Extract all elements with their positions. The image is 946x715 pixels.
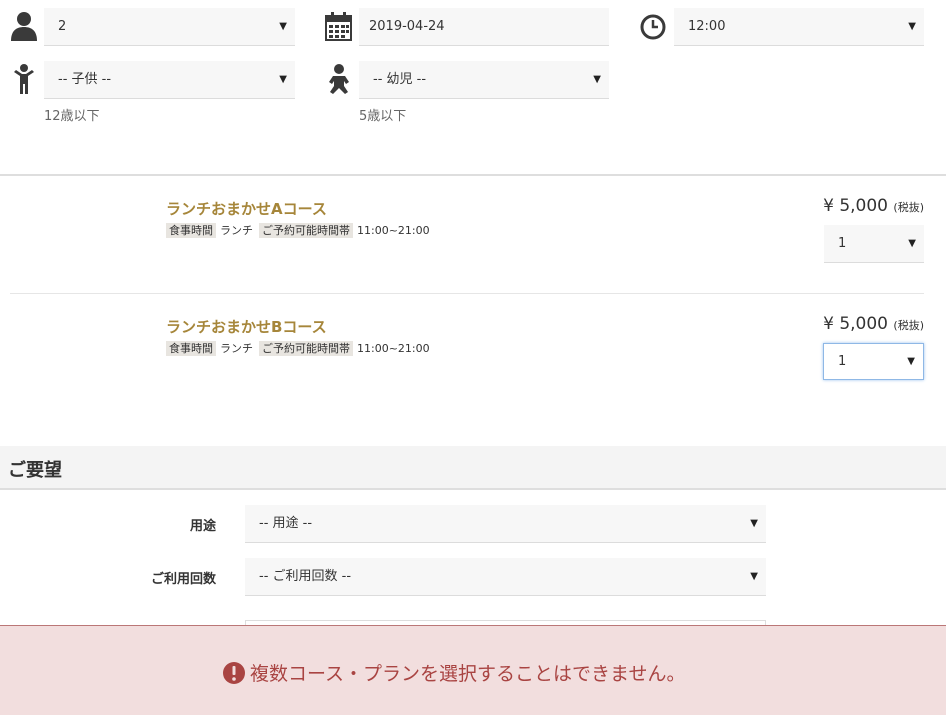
chevron-down-icon: ▼ bbox=[908, 238, 916, 249]
error-alert: 複数コース・プランを選択することはできません。 bbox=[0, 625, 946, 715]
qty-value: 1 bbox=[838, 354, 847, 369]
infants-hint: 5歳以下 bbox=[359, 109, 407, 124]
meal-time-value: ランチ bbox=[220, 342, 253, 355]
course-b-title: ランチおまかせBコース bbox=[166, 318, 327, 336]
infants-select[interactable]: -- 幼児 -- ▼ bbox=[359, 61, 609, 99]
section-divider bbox=[0, 174, 946, 176]
chevron-down-icon: ▼ bbox=[750, 571, 758, 582]
children-hint: 12歳以下 bbox=[44, 109, 100, 124]
meal-time-tag: 食事時間 bbox=[166, 223, 216, 238]
visits-value: -- ご利用回数 -- bbox=[259, 569, 352, 584]
adults-select[interactable]: 2 ▼ bbox=[44, 8, 295, 46]
chevron-down-icon: ▼ bbox=[279, 21, 287, 32]
visits-label: ご利用回数 bbox=[150, 572, 216, 587]
baby-icon bbox=[329, 64, 349, 94]
date-value: 2019-04-24 bbox=[369, 19, 445, 34]
exclamation-circle-icon bbox=[223, 661, 245, 684]
course-b-qty-select[interactable]: 1 ▼ bbox=[823, 343, 924, 380]
reservable-time-tag: ご予約可能時間帯 bbox=[259, 223, 353, 238]
children-value: -- 子供 -- bbox=[58, 72, 112, 87]
clock-icon bbox=[640, 14, 666, 40]
reservable-time-value: 11:00~21:00 bbox=[357, 224, 430, 237]
chevron-down-icon: ▼ bbox=[908, 21, 916, 32]
price-value: ¥ 5,000 bbox=[823, 314, 888, 334]
purpose-select[interactable]: -- 用途 -- ▼ bbox=[245, 505, 766, 543]
course-b-tags: 食事時間 ランチ ご予約可能時間帯 11:00~21:00 bbox=[166, 340, 430, 356]
meal-time-tag: 食事時間 bbox=[166, 341, 216, 356]
course-b-price: ¥ 5,000 (税抜) bbox=[823, 314, 924, 334]
price-value: ¥ 5,000 bbox=[823, 196, 888, 216]
time-value: 12:00 bbox=[688, 19, 726, 34]
alert-message: 複数コース・プランを選択することはできません。 bbox=[250, 663, 686, 685]
time-select[interactable]: 12:00 ▼ bbox=[674, 8, 924, 46]
course-a-title: ランチおまかせAコース bbox=[166, 200, 327, 218]
visits-select[interactable]: -- ご利用回数 -- ▼ bbox=[245, 558, 766, 596]
calendar-icon bbox=[325, 12, 352, 41]
qty-value: 1 bbox=[838, 236, 847, 251]
date-field[interactable]: 2019-04-24 bbox=[359, 8, 609, 46]
tax-note: (税抜) bbox=[893, 201, 924, 214]
person-icon bbox=[11, 12, 37, 41]
requests-section-header: ご要望 bbox=[0, 446, 946, 490]
chevron-down-icon: ▼ bbox=[907, 356, 915, 367]
adults-value: 2 bbox=[58, 19, 67, 34]
meal-time-value: ランチ bbox=[220, 224, 253, 237]
purpose-value: -- 用途 -- bbox=[259, 516, 313, 531]
chevron-down-icon: ▼ bbox=[593, 74, 601, 85]
course-a-tags: 食事時間 ランチ ご予約可能時間帯 11:00~21:00 bbox=[166, 222, 430, 238]
infants-value: -- 幼児 -- bbox=[373, 72, 427, 87]
chevron-down-icon: ▼ bbox=[279, 74, 287, 85]
course-divider bbox=[10, 293, 924, 294]
children-select[interactable]: -- 子供 -- ▼ bbox=[44, 61, 295, 99]
course-a-qty-select[interactable]: 1 ▼ bbox=[824, 225, 924, 263]
course-a-price: ¥ 5,000 (税抜) bbox=[823, 196, 924, 216]
purpose-label: 用途 bbox=[189, 519, 216, 534]
chevron-down-icon: ▼ bbox=[750, 518, 758, 529]
child-icon bbox=[14, 64, 34, 94]
reservable-time-value: 11:00~21:00 bbox=[357, 342, 430, 355]
reservable-time-tag: ご予約可能時間帯 bbox=[259, 341, 353, 356]
tax-note: (税抜) bbox=[893, 319, 924, 332]
requests-title: ご要望 bbox=[8, 460, 62, 481]
alert-content: 複数コース・プランを選択することはできません。 bbox=[222, 659, 685, 686]
